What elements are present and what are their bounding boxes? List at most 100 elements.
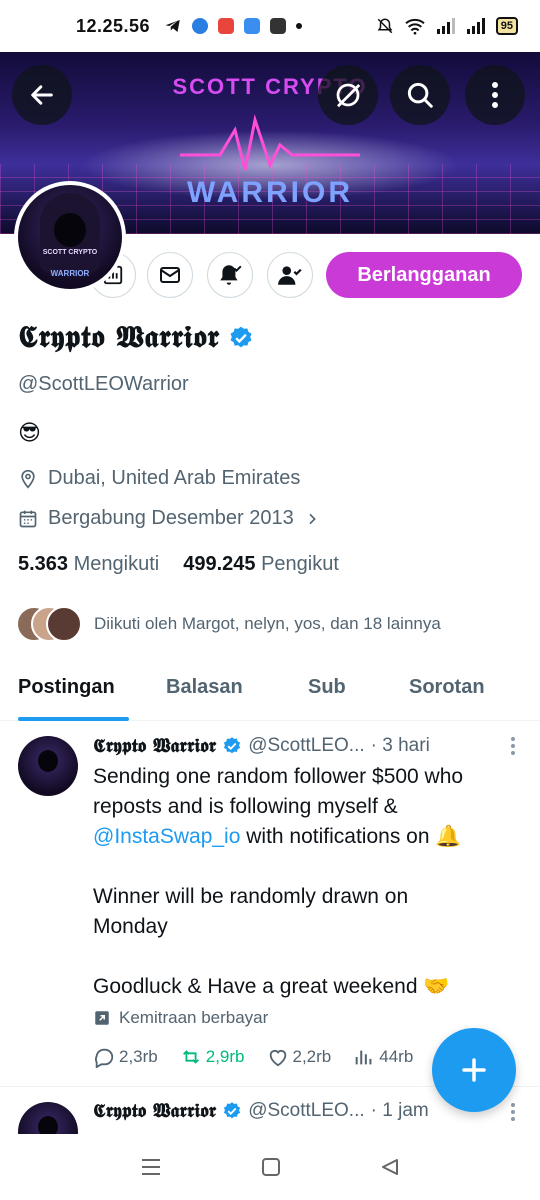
follower-avatar (46, 606, 82, 642)
battery-indicator: 95 (495, 17, 518, 35)
verified-badge-icon[interactable] (228, 325, 254, 351)
post-line-rest: with notifications on 🔔 (240, 825, 462, 848)
search-icon (407, 82, 433, 108)
reply-icon (95, 1048, 114, 1068)
profile-name-row: 𝕮𝖗𝖞𝖕𝖙𝖔 𝖂𝖆𝖗𝖗𝖎𝖔𝖗 (18, 320, 254, 355)
profile-avatar[interactable]: SCOTT CRYPTO WARRIOR (14, 181, 126, 293)
tab-highlights[interactable]: Sorotan (409, 676, 485, 699)
more-options-button[interactable] (465, 65, 525, 125)
post-blank-line (93, 942, 523, 972)
home-icon[interactable] (261, 1157, 281, 1177)
heart-icon (269, 1050, 286, 1067)
repost-button[interactable]: 2,9rb (180, 1046, 245, 1068)
followed-by-text: Diikuti oleh Margot, nelyn, yos, dan 18 … (94, 614, 441, 633)
grok-button[interactable] (318, 65, 378, 125)
post-more-button[interactable] (510, 1102, 516, 1128)
post-author-handle: @ScottLEO... (248, 735, 365, 756)
banner-title-line1: SCOTT CRYPTO (172, 74, 368, 99)
avatar-text-line2: WARRIOR (50, 269, 90, 278)
system-navigation-bar (0, 1134, 540, 1200)
like-button[interactable]: 2,2rb (267, 1046, 332, 1068)
post-line: Goodluck & Have a great weekend 🤝 (93, 975, 450, 998)
arrow-up-right-box-icon (95, 1011, 109, 1025)
avatar-text-line1: SCOTT CRYPTO (42, 249, 98, 256)
views-button[interactable]: 44rb (353, 1046, 413, 1068)
calendar-icon (19, 510, 37, 527)
post-blank-line (93, 852, 523, 882)
active-tab-indicator (18, 717, 129, 721)
app-icon (270, 18, 287, 34)
back-nav-icon[interactable] (380, 1157, 400, 1177)
following-label: Mengikuti (73, 553, 160, 575)
verified-badge-icon (224, 737, 241, 754)
subscribe-button[interactable]: Berlangganan (326, 252, 522, 298)
tab-replies[interactable]: Balasan (166, 676, 243, 699)
app-icon (244, 18, 261, 34)
compose-post-button[interactable] (432, 1028, 516, 1112)
recent-apps-icon[interactable] (140, 1157, 162, 1177)
post-more-button[interactable] (510, 736, 516, 762)
post-text[interactable]: Sending one random follower $500 who rep… (93, 762, 523, 1002)
post-author-name[interactable]: 𝕮𝖗𝖞𝖕𝖙𝖔 𝖂𝖆𝖗𝖗𝖎𝖔𝖗 (93, 1100, 216, 1122)
follower-avatars (16, 606, 82, 642)
profile-handle: @ScottLEOWarrior (18, 373, 189, 395)
more-vertical-icon (511, 737, 515, 755)
profile-location: Dubai, United Arab Emirates (18, 467, 300, 490)
post-author-name[interactable]: 𝕮𝖗𝖞𝖕𝖙𝖔 𝖂𝖆𝖗𝖗𝖎𝖔𝖗 (93, 735, 216, 757)
followed-by-row[interactable]: Diikuti oleh Margot, nelyn, yos, dan 18 … (16, 606, 441, 642)
notifications-button[interactable] (207, 252, 253, 298)
profile-name: 𝕮𝖗𝖞𝖕𝖙𝖔 𝖂𝖆𝖗𝖗𝖎𝖔𝖗 (18, 320, 220, 355)
post-actions: 2,3rb 2,9rb 2,2rb 44rb (93, 1046, 413, 1068)
reply-count: 2,3rb (119, 1047, 158, 1066)
bell-check-icon (220, 265, 242, 285)
envelope-icon (160, 267, 180, 283)
followers-link[interactable]: 499.245 Pengikut (183, 553, 339, 576)
post-header: 𝕮𝖗𝖞𝖕𝖙𝖔 𝖂𝖆𝖗𝖗𝖎𝖔𝖗 @ScottLEO... · 1 jam (93, 1100, 429, 1122)
arrow-left-icon (31, 85, 53, 105)
mention-link[interactable]: @InstaSwap_io (93, 825, 240, 848)
search-button[interactable] (390, 65, 450, 125)
more-vertical-icon (511, 1103, 515, 1121)
follow-counts: 5.363 Mengikuti 499.245 Pengikut (18, 553, 339, 576)
post-line: reposts and is following myself & (93, 795, 398, 818)
joined-text: Bergabung Desember 2013 (48, 507, 294, 529)
message-button[interactable] (147, 252, 193, 298)
post-time: · 3 hari (370, 735, 430, 756)
following-count: 5.363 (18, 553, 69, 575)
plus-icon (462, 1058, 486, 1082)
profile-joined[interactable]: Bergabung Desember 2013 (18, 507, 320, 530)
location-pin-icon (21, 469, 35, 489)
like-count: 2,2rb (292, 1047, 332, 1066)
signal-icon (466, 18, 485, 34)
tab-posts[interactable]: Postingan (18, 676, 115, 699)
avatar-face-graphic (38, 750, 58, 772)
post-avatar[interactable] (18, 736, 78, 796)
notification-icons (164, 17, 303, 35)
post-header: 𝕮𝖗𝖞𝖕𝖙𝖔 𝖂𝖆𝖗𝖗𝖎𝖔𝖗 @ScottLEO... · 3 hari (93, 735, 430, 757)
reply-button[interactable]: 2,3rb (93, 1046, 158, 1068)
avatar-face-graphic (54, 213, 86, 247)
post-line: Winner will be randomly drawn on (93, 885, 409, 908)
followers-label: Pengikut (261, 553, 339, 575)
dot-icon (296, 23, 303, 29)
back-button[interactable] (12, 65, 72, 125)
tab-subs[interactable]: Sub (308, 676, 346, 699)
post-author-handle: @ScottLEO... (248, 1100, 365, 1121)
repost-count: 2,9rb (205, 1047, 245, 1066)
signal-icon (436, 18, 455, 34)
post-time: · 1 jam (370, 1100, 429, 1121)
repost-icon (182, 1050, 199, 1064)
profile-tabs: Postingan Balasan Sub Sorotan (0, 664, 540, 721)
status-bar: 12.25.56 95 (0, 0, 540, 52)
view-count: 44rb (379, 1047, 414, 1066)
app-icon (218, 18, 235, 34)
profile-bio: 😎 (18, 420, 41, 445)
verified-badge-icon (224, 1102, 241, 1119)
following-button[interactable] (267, 252, 313, 298)
following-link[interactable]: 5.363 Mengikuti (18, 553, 159, 576)
app-icon (192, 18, 209, 34)
followers-count: 499.245 (183, 553, 256, 575)
post-line: @InstaSwap_io with notifications on 🔔 (93, 822, 523, 852)
paid-partnership-label: Kemitraan berbayar (93, 1008, 268, 1028)
location-text: Dubai, United Arab Emirates (48, 467, 301, 489)
